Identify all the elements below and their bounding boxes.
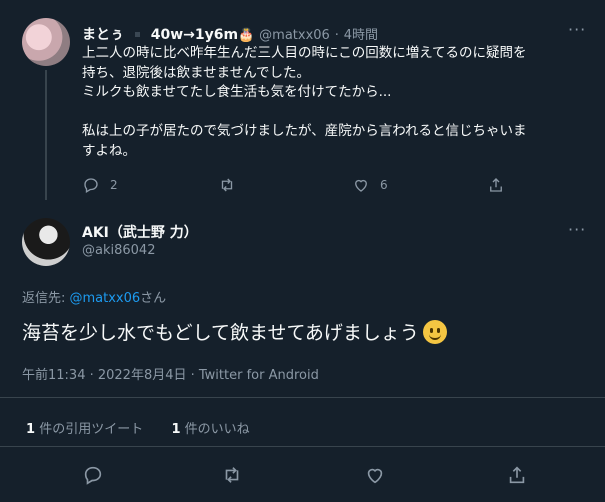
parent-line: ミルクも飲ませてたし食生活も気を付けてたから... bbox=[82, 84, 392, 100]
parent-line: すよね。 bbox=[82, 142, 136, 159]
reply-suffix: さん bbox=[140, 291, 167, 306]
parent-handle[interactable]: @matxx06 bbox=[259, 28, 330, 43]
parent-more-icon[interactable]: ··· bbox=[568, 20, 586, 39]
tweet-timestamp[interactable]: 午前11:34 · 2022年8月4日 · Twitter for Androi… bbox=[22, 364, 319, 383]
main-retweet-button[interactable] bbox=[221, 464, 243, 486]
quote-count: 1 bbox=[26, 422, 36, 437]
main-display-name[interactable]: AKI（武士野 力） bbox=[82, 222, 198, 242]
engagement-stats: 1 件の引用ツイート 1 件のいいね bbox=[26, 418, 250, 437]
like-count: 1 bbox=[171, 422, 181, 437]
main-tweet-text: 海苔を少し水でもどして飲ませてあげましょう bbox=[22, 318, 447, 345]
parent-like-button[interactable]: 6 bbox=[352, 176, 388, 194]
parent-line bbox=[82, 103, 587, 123]
thread-line bbox=[45, 70, 47, 200]
name-separator-icon bbox=[134, 31, 140, 37]
heart-icon bbox=[364, 464, 386, 486]
cake-emoji-icon: 🎂 bbox=[238, 28, 255, 43]
reply-icon bbox=[82, 464, 104, 486]
main-more-icon[interactable]: ··· bbox=[568, 220, 586, 239]
reply-prefix: 返信先: bbox=[22, 291, 70, 306]
parent-line: 持ち、退院後は飲ませませんでした。 bbox=[82, 64, 311, 81]
avatar-matxx06[interactable] bbox=[22, 18, 70, 66]
main-handle[interactable]: @aki86042 bbox=[82, 243, 155, 258]
time-separator: · bbox=[334, 28, 339, 43]
likes-link[interactable]: 1 件のいいね bbox=[171, 422, 249, 437]
reply-to-handle-link[interactable]: @matxx06 bbox=[70, 291, 141, 306]
parent-like-count: 6 bbox=[380, 178, 388, 192]
share-icon bbox=[487, 176, 505, 194]
parent-display-name[interactable]: まとぅ bbox=[82, 27, 124, 43]
parent-tweet-header: まとぅ 40w→1y6m🎂 @matxx06 · 4時間 bbox=[82, 24, 378, 44]
parent-tweet-text: 上二人の時に比べ昨年生んだ三人目の時にこの回数に増えてるのに疑問を 持ち、退院後… bbox=[82, 44, 587, 161]
retweet-icon bbox=[218, 176, 236, 194]
main-reply-button[interactable] bbox=[82, 464, 104, 486]
divider bbox=[0, 397, 605, 398]
parent-reply-count: 2 bbox=[110, 178, 118, 192]
main-share-button[interactable] bbox=[506, 464, 528, 486]
divider bbox=[0, 446, 605, 447]
parent-time[interactable]: 4時間 bbox=[344, 28, 378, 43]
heart-icon bbox=[352, 176, 370, 194]
main-like-button[interactable] bbox=[364, 464, 386, 486]
quote-tweets-link[interactable]: 1 件の引用ツイート bbox=[26, 422, 143, 437]
parent-retweet-button[interactable] bbox=[218, 176, 236, 194]
parent-reply-button[interactable]: 2 bbox=[82, 176, 118, 194]
smiley-emoji-icon bbox=[422, 319, 447, 344]
main-tweet-body: 海苔を少し水でもどして飲ませてあげましょう bbox=[22, 322, 419, 344]
parent-share-button[interactable] bbox=[487, 176, 505, 194]
parent-name-extra: 40w→1y6m bbox=[150, 27, 239, 43]
share-icon bbox=[506, 464, 528, 486]
reply-icon bbox=[82, 176, 100, 194]
reply-to-line: 返信先: @matxx06さん bbox=[22, 287, 166, 306]
parent-line: 上二人の時に比べ昨年生んだ三人目の時にこの回数に増えてるのに疑問を bbox=[82, 45, 527, 61]
parent-line: 私は上の子が居たので気づけましたが、産院から言われると信じちゃいま bbox=[82, 123, 527, 139]
avatar-aki86042[interactable] bbox=[22, 218, 70, 266]
quote-label: 件の引用ツイート bbox=[39, 422, 144, 437]
retweet-icon bbox=[221, 464, 243, 486]
like-label: 件のいいね bbox=[184, 422, 250, 437]
